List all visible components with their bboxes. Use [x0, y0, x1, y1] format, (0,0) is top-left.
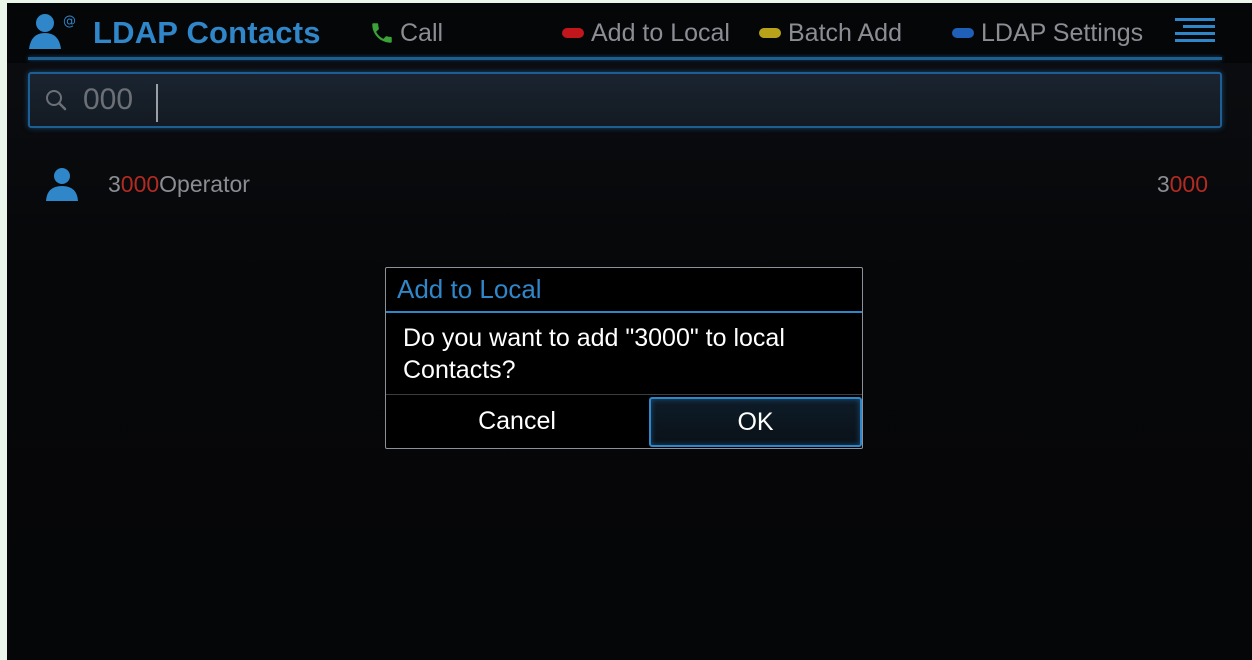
call-label: Call [400, 18, 444, 47]
search-icon [46, 90, 67, 111]
phone-handset-icon [372, 23, 392, 43]
call-softkey[interactable]: Call [369, 13, 443, 53]
batch-add-label: Batch Add [788, 18, 902, 47]
list-item[interactable]: 3000Operator 3000 [28, 161, 1218, 209]
cancel-button[interactable]: Cancel [386, 395, 648, 447]
header: @ LDAP Contacts Call Add to Local Batch … [7, 3, 1252, 61]
number-prefix: 3 [1156, 171, 1170, 197]
ldap-settings-label: LDAP Settings [981, 18, 1144, 47]
header-divider [28, 57, 1222, 60]
red-key-icon [562, 28, 584, 38]
dialog-message: Do you want to add "3000" to local Conta… [403, 324, 785, 384]
text-cursor [156, 84, 158, 122]
dialog-title: Add to Local [397, 274, 542, 304]
number-match-highlight: 000 [1169, 171, 1208, 197]
add-to-local-label: Add to Local [591, 18, 730, 47]
add-to-local-softkey[interactable]: Add to Local [562, 13, 730, 53]
name-match-highlight: 000 [120, 171, 160, 197]
blue-key-icon [952, 28, 974, 38]
search-value: 000 [83, 83, 134, 116]
person-icon [46, 168, 78, 201]
dialog-title-divider [386, 311, 862, 313]
search-input[interactable]: 000 [28, 72, 1222, 128]
screen: @ LDAP Contacts Call Add to Local Batch … [7, 3, 1252, 660]
contact-name: 3000Operator [108, 171, 250, 198]
ldap-settings-softkey[interactable]: LDAP Settings [952, 13, 1143, 53]
batch-add-softkey[interactable]: Batch Add [759, 13, 902, 53]
ok-button[interactable]: OK [649, 397, 862, 447]
page-title: LDAP Contacts [93, 15, 321, 50]
svg-text:@: @ [63, 14, 75, 29]
contact-number: 3000 [1157, 171, 1208, 198]
menu-lines-icon[interactable] [1175, 18, 1215, 44]
yellow-key-icon [759, 28, 781, 38]
name-suffix: Operator [159, 171, 250, 197]
add-to-local-dialog: Add to Local Do you want to add "3000" t… [385, 267, 863, 449]
name-prefix: 3 [108, 171, 121, 197]
ldap-contacts-icon: @ [29, 14, 75, 49]
